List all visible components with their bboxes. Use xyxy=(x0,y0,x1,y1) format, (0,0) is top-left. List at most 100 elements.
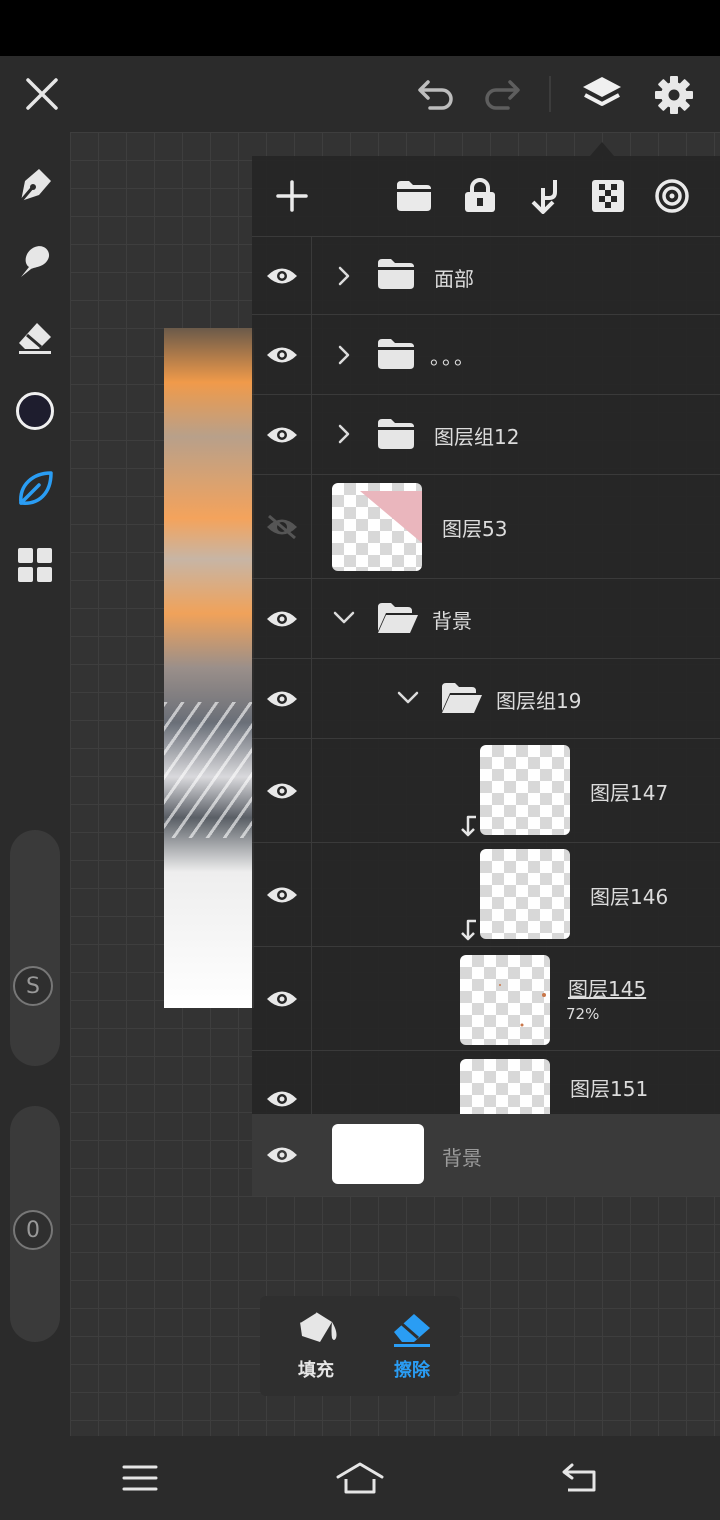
layer-name: 图层145 xyxy=(568,977,647,1001)
close-icon[interactable] xyxy=(18,70,66,118)
visibility-toggle[interactable] xyxy=(252,947,312,1050)
eye-icon xyxy=(267,1147,297,1163)
status-bar xyxy=(0,0,720,56)
eye-icon xyxy=(266,991,297,1006)
layer-row-151[interactable]: 图层151 xyxy=(252,1050,720,1114)
folder-open-icon xyxy=(442,683,482,713)
layer-name: 图层151 xyxy=(570,1077,649,1101)
layer-row-group12[interactable]: 图层组12 xyxy=(252,394,720,474)
layer-row-53[interactable]: 图层53 xyxy=(252,474,720,578)
panel-pointer xyxy=(590,142,614,156)
chevron-down-icon[interactable] xyxy=(396,689,420,705)
visibility-toggle[interactable] xyxy=(252,315,312,394)
layers-panel-toolbar xyxy=(252,156,720,236)
artwork-preview[interactable] xyxy=(164,328,254,1008)
layer-thumbnail xyxy=(460,955,550,1045)
layer-name: 图层147 xyxy=(590,781,669,805)
visibility-toggle[interactable] xyxy=(252,843,312,946)
layer-name: 图层组19 xyxy=(496,689,582,713)
lock-icon[interactable] xyxy=(460,176,500,216)
layer-thumbnail xyxy=(480,849,570,939)
visibility-toggle[interactable] xyxy=(252,395,312,474)
visibility-toggle[interactable] xyxy=(252,237,312,314)
layer-thumbnail xyxy=(480,745,570,835)
leaf-icon[interactable] xyxy=(12,466,58,512)
visibility-toggle[interactable] xyxy=(252,659,312,738)
layer-row-146[interactable]: 图层146 xyxy=(252,842,720,946)
layer-row-background[interactable]: 背景 xyxy=(252,1114,720,1196)
gear-icon[interactable] xyxy=(648,70,700,120)
toolbar-divider xyxy=(549,76,551,112)
merge-down-icon[interactable] xyxy=(524,176,564,216)
left-toolbar: S 0 xyxy=(0,132,70,1436)
chevron-down-icon[interactable] xyxy=(332,609,356,625)
chevron-right-icon[interactable] xyxy=(336,344,352,366)
layer-row-bg-folder[interactable]: 背景 xyxy=(252,578,720,658)
size-knob[interactable]: S xyxy=(13,966,53,1006)
clip-arrow-icon xyxy=(461,919,476,941)
system-nav-bar xyxy=(0,1436,720,1520)
undo-icon[interactable] xyxy=(412,72,460,116)
brush-size-slider[interactable]: S xyxy=(10,830,60,1066)
layer-name: 背景 xyxy=(432,609,472,633)
eye-icon xyxy=(266,1091,297,1107)
layer-opacity: 72% xyxy=(566,1005,600,1023)
eye-icon xyxy=(266,691,297,706)
layer-name: 图层53 xyxy=(442,517,508,541)
add-icon[interactable] xyxy=(272,176,312,216)
active-color-circle xyxy=(16,392,54,430)
pen-icon[interactable] xyxy=(12,162,58,208)
layer-name: 背景 xyxy=(442,1146,482,1170)
clip-arrow-icon xyxy=(461,815,476,837)
eye-icon xyxy=(266,887,297,902)
layer-thumbnail xyxy=(460,1059,550,1114)
home-icon[interactable] xyxy=(334,1456,386,1500)
color-swatch[interactable] xyxy=(12,388,58,434)
fill-button[interactable]: 填充 xyxy=(268,1296,364,1396)
visibility-toggle[interactable] xyxy=(252,1051,312,1114)
layers-icon[interactable] xyxy=(576,70,628,120)
eraser-icon[interactable] xyxy=(12,314,58,360)
chevron-right-icon[interactable] xyxy=(336,265,352,287)
eye-icon xyxy=(266,427,297,442)
eye-icon xyxy=(266,611,297,626)
layer-row-group19[interactable]: 图层组19 xyxy=(252,658,720,738)
layer-row-145[interactable]: 图层145 72% xyxy=(252,946,720,1050)
layer-row-face[interactable]: 面部 xyxy=(252,236,720,314)
smudge-icon[interactable] xyxy=(12,238,58,284)
layer-thumbnail xyxy=(332,483,422,571)
folder-icon xyxy=(378,259,414,289)
fill-label: 填充 xyxy=(298,1360,334,1381)
top-toolbar xyxy=(0,56,720,132)
eraser-icon xyxy=(394,1314,430,1347)
layer-row-dots[interactable]: 。。。 xyxy=(252,314,720,394)
paint-bucket-icon xyxy=(299,1311,337,1342)
visibility-toggle[interactable] xyxy=(252,579,312,658)
redo-icon[interactable] xyxy=(478,72,526,116)
menu-icon[interactable] xyxy=(116,1458,164,1498)
visibility-toggle[interactable] xyxy=(252,739,312,842)
background-thumbnail xyxy=(332,1124,424,1184)
grid-icon[interactable] xyxy=(12,542,58,588)
layer-name: 图层组12 xyxy=(434,425,520,449)
layer-name: 面部 xyxy=(434,267,474,291)
visibility-toggle[interactable] xyxy=(252,1114,312,1196)
opacity-knob[interactable]: 0 xyxy=(13,1210,53,1250)
opacity-slider[interactable]: 0 xyxy=(10,1106,60,1342)
eye-icon xyxy=(266,268,297,283)
folder-open-icon xyxy=(378,603,418,633)
folder-icon xyxy=(378,419,414,449)
erase-button[interactable]: 擦除 xyxy=(364,1296,460,1396)
visibility-toggle[interactable] xyxy=(252,475,312,578)
transparency-icon[interactable] xyxy=(588,176,628,216)
folder-icon[interactable] xyxy=(394,176,434,216)
layer-name: 图层146 xyxy=(590,885,669,909)
back-icon[interactable] xyxy=(554,1456,606,1500)
eye-icon xyxy=(266,783,297,798)
chevron-right-icon[interactable] xyxy=(336,423,352,445)
folder-icon xyxy=(378,339,414,369)
layers-panel: 面部 。。。 图层组12 图层53 背景 图层组19 图层147 图层146 图… xyxy=(252,156,720,1196)
target-icon[interactable] xyxy=(652,176,692,216)
layer-row-147[interactable]: 图层147 xyxy=(252,738,720,842)
fill-erase-popup: 填充 擦除 xyxy=(260,1296,460,1396)
